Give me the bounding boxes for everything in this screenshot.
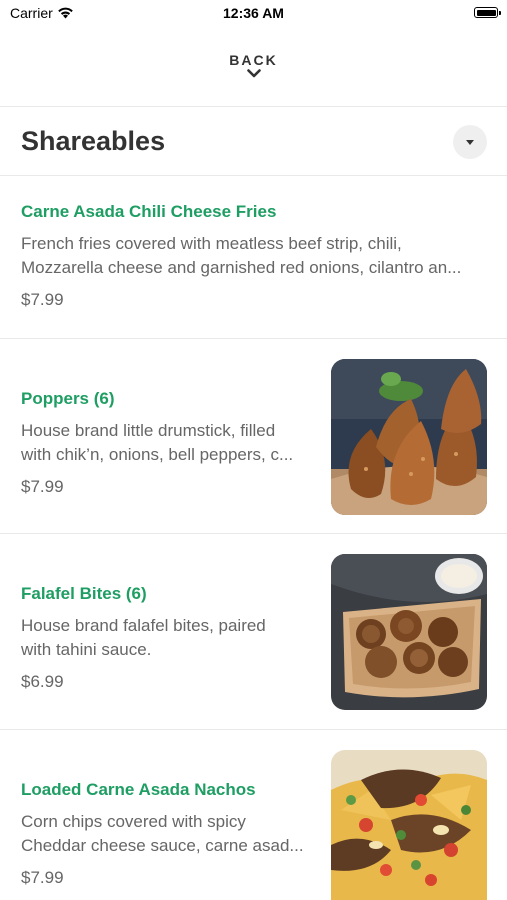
item-name: Loaded Carne Asada Nachos bbox=[21, 780, 256, 799]
item-description-line: Mozzarella cheese and garnished red onio… bbox=[21, 258, 462, 277]
item-description-line: House brand falafel bites, paired bbox=[21, 616, 266, 635]
item-name: Carne Asada Chili Cheese Fries bbox=[21, 202, 277, 221]
section-dropdown-button[interactable] bbox=[453, 125, 487, 159]
section-header: Shareables bbox=[0, 108, 507, 174]
item-name: Falafel Bites (6) bbox=[21, 584, 147, 603]
back-label: BACK bbox=[229, 52, 278, 68]
item-photo-falafel-bites bbox=[331, 554, 487, 710]
status-time: 12:36 AM bbox=[223, 5, 284, 21]
status-bar: Carrier 12:36 AM bbox=[0, 0, 507, 28]
item-description-line: French fries covered with meatless beef … bbox=[21, 234, 402, 253]
divider bbox=[0, 106, 507, 107]
item-description-line: Corn chips covered with spicy bbox=[21, 812, 246, 831]
menu-item-carne-asada-chili-cheese-fries[interactable]: Carne Asada Chili Cheese Fries French fr… bbox=[0, 176, 507, 338]
back-button[interactable]: BACK bbox=[0, 52, 507, 80]
item-price: $7.99 bbox=[21, 868, 64, 887]
menu-item-poppers[interactable]: Poppers (6) House brand little drumstick… bbox=[0, 339, 507, 533]
battery-icon bbox=[474, 7, 501, 18]
item-description-line: with tahini sauce. bbox=[21, 640, 152, 659]
item-price: $6.99 bbox=[21, 672, 64, 691]
item-price: $7.99 bbox=[21, 477, 64, 496]
item-price: $7.99 bbox=[21, 290, 64, 309]
battery-fill bbox=[476, 9, 496, 16]
menu-item-falafel-bites[interactable]: Falafel Bites (6) House brand falafel bi… bbox=[0, 534, 507, 729]
item-photo-poppers bbox=[331, 359, 487, 515]
item-photo-loaded-carne-asada-nachos bbox=[331, 750, 487, 900]
item-description-line: Cheddar cheese sauce, carne asad... bbox=[21, 836, 304, 855]
item-name: Poppers (6) bbox=[21, 389, 115, 408]
menu-item-loaded-carne-asada-nachos[interactable]: Loaded Carne Asada Nachos Corn chips cov… bbox=[0, 730, 507, 900]
item-description-line: with chik’n, onions, bell peppers, c... bbox=[21, 445, 294, 464]
section-title: Shareables bbox=[21, 126, 166, 156]
caret-down-icon bbox=[466, 139, 474, 145]
chevron-down-icon bbox=[246, 69, 261, 78]
item-description-line: House brand little drumstick, filled bbox=[21, 421, 276, 440]
